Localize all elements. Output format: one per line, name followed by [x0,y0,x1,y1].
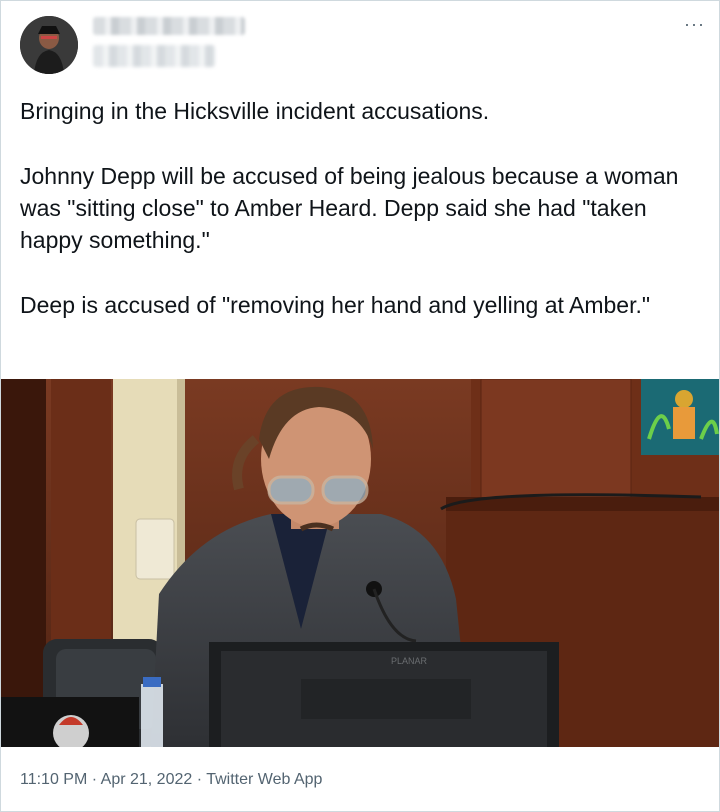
tweet-card: ··· Bringing in the Hicksville incident … [0,0,720,812]
monitor-brand-text: PLANAR [391,656,428,666]
more-dots-icon[interactable]: ··· [684,15,705,33]
meta-separator-1: · [87,771,101,788]
author-name-blurred[interactable] [93,17,245,35]
tweet-paragraph-3: Deep is accused of "removing her hand an… [20,292,651,318]
author-avatar[interactable] [20,16,78,74]
tweet-text: Bringing in the Hicksville incident accu… [20,95,710,354]
meta-separator-2: · [192,771,207,788]
tweet-paragraph-1: Bringing in the Hicksville incident accu… [20,98,490,124]
courtroom-image: PLANAR [1,379,719,747]
avatar-image [20,16,78,74]
author-handle-blurred[interactable] [93,45,215,67]
tweet-meta: 11:10 PM · Apr 21, 2022 · Twitter Web Ap… [20,771,322,789]
tweet-date[interactable]: Apr 21, 2022 [101,771,193,788]
tweet-paragraph-2: Johnny Depp will be accused of being jea… [20,163,685,253]
tweet-source[interactable]: Twitter Web App [206,771,322,788]
tweet-media-video[interactable]: PLANAR [1,379,719,747]
tweet-time[interactable]: 11:10 PM [20,771,87,788]
